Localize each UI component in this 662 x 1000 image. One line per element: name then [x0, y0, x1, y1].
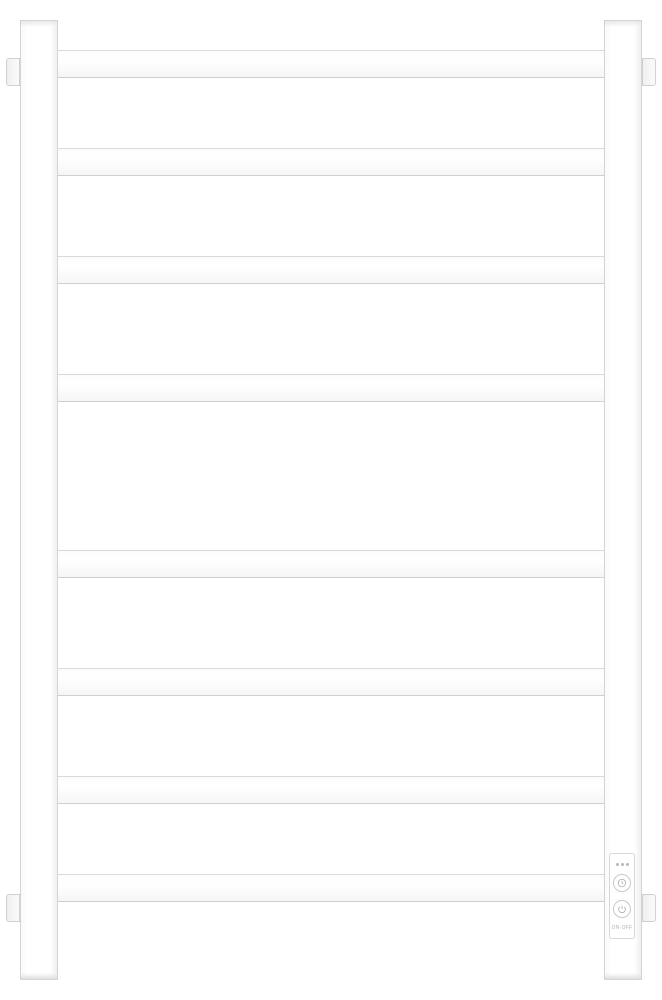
- on-off-label: ON·OFF: [612, 926, 633, 931]
- heating-bar: [58, 50, 604, 78]
- heating-bar: [58, 148, 604, 176]
- mount-bracket: [642, 58, 656, 86]
- control-panel: ON·OFF: [609, 853, 635, 939]
- heating-bar: [58, 550, 604, 578]
- timer-button[interactable]: [613, 874, 631, 892]
- mount-bracket: [6, 894, 20, 922]
- mount-bracket: [6, 58, 20, 86]
- heating-bar: [58, 374, 604, 402]
- heating-bar: [58, 256, 604, 284]
- indicator-lights: [616, 863, 629, 866]
- heating-bar: [58, 874, 604, 902]
- power-icon: [617, 904, 627, 914]
- heating-bar: [58, 668, 604, 696]
- towel-rack: ON·OFF: [20, 20, 642, 980]
- heating-bar: [58, 776, 604, 804]
- mount-bracket: [642, 894, 656, 922]
- clock-icon: [617, 878, 627, 888]
- power-button[interactable]: [613, 900, 631, 918]
- vertical-rail-left: [20, 20, 58, 980]
- vertical-rail-right: ON·OFF: [604, 20, 642, 980]
